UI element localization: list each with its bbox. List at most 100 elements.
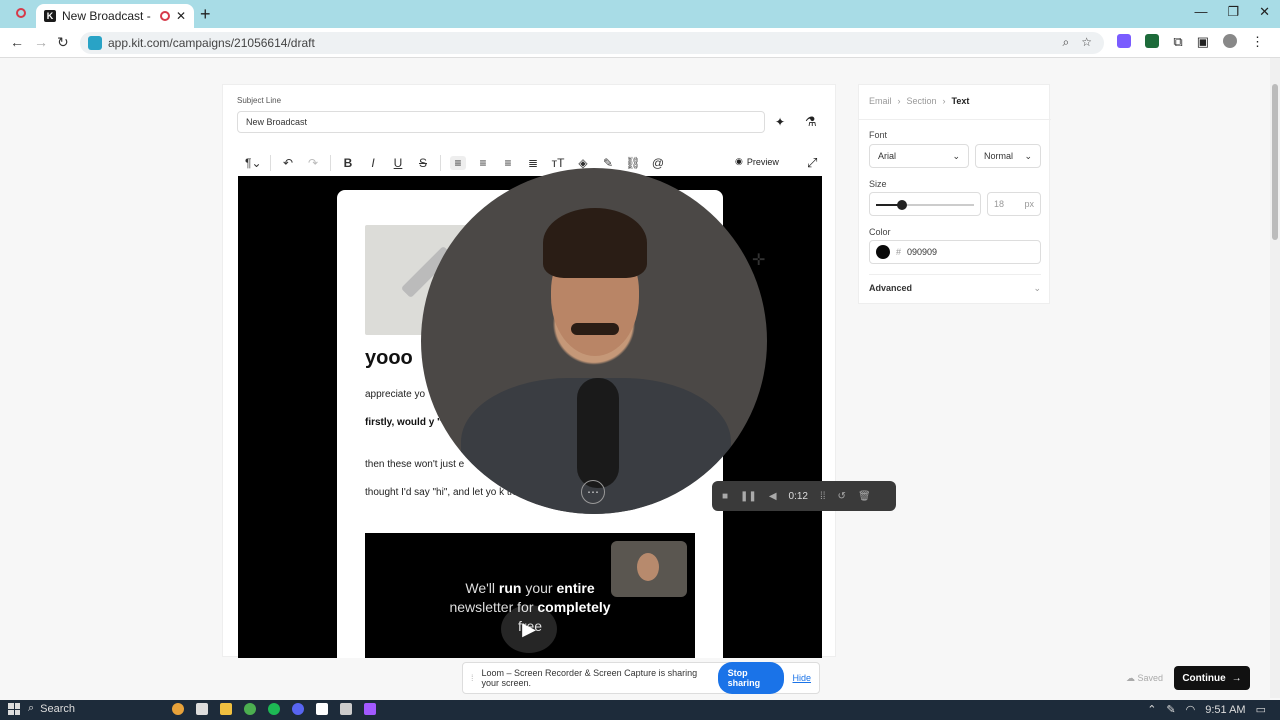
strikethrough-icon[interactable]: S	[415, 156, 431, 170]
align-right-icon[interactable]: ≡	[500, 156, 516, 170]
advanced-label: Advanced	[869, 283, 913, 293]
panel-divider	[869, 274, 1041, 275]
forward-icon[interactable]: →	[34, 34, 48, 50]
bubble-options-icon[interactable]: ⋯	[581, 480, 605, 504]
font-weight-select[interactable]: Normal ⌄	[975, 144, 1041, 168]
discord-icon[interactable]	[292, 703, 304, 715]
back-icon[interactable]: ←	[10, 34, 24, 50]
video-embed[interactable]: We'll run your entire newsletter for com…	[365, 533, 695, 658]
site-info-icon[interactable]	[88, 36, 102, 50]
extension-icon-1[interactable]	[1117, 34, 1132, 48]
email-paragraph[interactable]: then these won't just e	[365, 459, 464, 470]
paragraph-icon[interactable]: ¶⌄	[245, 156, 262, 170]
minimize-icon[interactable]: —	[1194, 4, 1207, 20]
browser-tab[interactable]: K New Broadcast - Kit ✕	[36, 4, 194, 28]
subject-line-input[interactable]: New Broadcast	[237, 111, 765, 133]
taskbar-search[interactable]: ⌕ Search	[28, 702, 75, 715]
wifi-icon[interactable]: ◠	[1186, 703, 1196, 716]
chevron-right-icon: ›	[897, 96, 901, 106]
restart-icon[interactable]: ↺	[838, 491, 846, 502]
pen-tray-icon[interactable]: ✎	[1166, 703, 1175, 716]
system-tray: ⌃ ✎ ◠ 9:51 AM ▭	[1147, 703, 1266, 717]
screen-share-notice: ⁞ Loom – Screen Recorder & Screen Captur…	[462, 662, 820, 694]
test-flask-icon[interactable]: ⚗	[805, 114, 817, 130]
spotify-icon[interactable]	[268, 703, 280, 715]
window-controls: — ❐ ✕	[1194, 4, 1270, 20]
stop-record-icon[interactable]: ■	[722, 491, 728, 502]
delete-icon[interactable]: 🗑	[858, 491, 871, 502]
mention-icon[interactable]: @	[650, 156, 666, 170]
color-input[interactable]: # 090909	[869, 240, 1041, 264]
new-tab-icon[interactable]: +	[200, 4, 211, 25]
kit-favicon-icon: K	[44, 10, 56, 22]
loom-camera-bubble[interactable]: ⋯	[421, 168, 767, 514]
page-scrollbar[interactable]	[1270, 58, 1280, 698]
continue-label: Continue	[1182, 672, 1226, 684]
advanced-toggle[interactable]: Advanced ⌄	[869, 283, 1041, 294]
slider-handle[interactable]	[897, 200, 908, 210]
profile-avatar[interactable]	[1223, 34, 1237, 48]
chrome-icon[interactable]	[244, 703, 256, 715]
url-field[interactable]: app.kit.com/campaigns/21056614/draft ⌕ ☆	[80, 32, 1104, 54]
font-family-select[interactable]: Arial ⌄	[869, 144, 969, 168]
breadcrumb: Email › Section › Text	[869, 96, 969, 106]
preview-button[interactable]: ◉ Preview	[735, 156, 779, 167]
notification-icon[interactable]: ▭	[1256, 703, 1266, 716]
email-paragraph[interactable]: appreciate yo	[365, 389, 425, 400]
file-explorer-icon[interactable]	[220, 703, 232, 715]
restore-icon[interactable]: ❐	[1227, 4, 1239, 20]
continue-button[interactable]: Continue →	[1174, 666, 1250, 690]
drag-handle-icon[interactable]: ⁞	[471, 673, 474, 683]
bookmark-star-icon[interactable]: ☆	[1081, 35, 1092, 50]
browser-menu-icon[interactable]: ⋮	[1251, 34, 1264, 50]
align-justify-icon[interactable]: ≣	[525, 156, 541, 170]
drawing-grid-icon[interactable]: ⁞⁞	[820, 491, 826, 502]
pause-icon[interactable]: ❚❚	[740, 491, 757, 502]
expand-icon[interactable]: ⤢	[807, 155, 817, 171]
figma-icon[interactable]	[364, 703, 376, 715]
play-icon[interactable]: ▶	[501, 605, 557, 653]
toolbar-divider	[440, 155, 441, 171]
clock[interactable]: 9:51 AM	[1205, 704, 1245, 716]
hide-link[interactable]: Hide	[792, 673, 811, 683]
size-slider[interactable]	[869, 192, 981, 216]
reload-icon[interactable]: ↻	[57, 34, 69, 51]
saved-status: ☁ Saved	[1126, 673, 1163, 684]
zoom-icon[interactable]: ⌕	[1063, 35, 1070, 50]
subject-line-label: Subject Line	[237, 96, 282, 105]
task-view-icon[interactable]	[196, 703, 208, 715]
bold-icon[interactable]: B	[340, 156, 356, 170]
scrollbar-thumb[interactable]	[1272, 84, 1278, 240]
windows-start-icon[interactable]	[8, 703, 20, 715]
undo-icon[interactable]: ↶	[280, 156, 296, 170]
notion-icon[interactable]	[316, 703, 328, 715]
email-heading[interactable]: yooo	[365, 347, 413, 370]
italic-icon[interactable]: I	[365, 156, 381, 170]
widget-icon[interactable]	[172, 703, 184, 715]
stop-sharing-button[interactable]: Stop sharing	[717, 662, 785, 694]
color-swatch[interactable]	[876, 245, 890, 259]
tray-chevron-icon[interactable]: ⌃	[1147, 703, 1156, 716]
tab-close-icon[interactable]: ✕	[176, 9, 186, 23]
size-unit: px	[1024, 199, 1034, 209]
link-icon[interactable]: ⛓	[625, 156, 641, 170]
mute-icon[interactable]: ◀	[769, 491, 777, 502]
ai-sparkle-icon[interactable]: ✦	[775, 115, 785, 129]
redo-icon[interactable]: ↷	[305, 156, 321, 170]
text-size-icon[interactable]: тT	[550, 156, 566, 170]
size-input[interactable]: 18 px	[987, 192, 1041, 216]
recording-indicator-icon	[16, 8, 26, 18]
sidepanel-icon[interactable]: ▣	[1197, 34, 1209, 50]
close-window-icon[interactable]: ✕	[1259, 4, 1270, 20]
tab-title: New Broadcast - Kit	[62, 9, 154, 23]
breadcrumb-section[interactable]: Section	[907, 96, 937, 106]
underline-icon[interactable]: U	[390, 156, 406, 170]
calculator-icon[interactable]	[340, 703, 352, 715]
align-center-icon[interactable]: ≡	[475, 156, 491, 170]
align-left-icon[interactable]: ≡	[450, 156, 466, 170]
extensions-puzzle-icon[interactable]: ⧉	[1173, 34, 1182, 50]
properties-panel: Email › Section › Text Font Arial ⌄ Norma…	[858, 84, 1051, 304]
search-icon: ⌕	[28, 702, 35, 714]
extension-icon-2[interactable]	[1145, 34, 1160, 48]
breadcrumb-email[interactable]: Email	[869, 96, 892, 106]
